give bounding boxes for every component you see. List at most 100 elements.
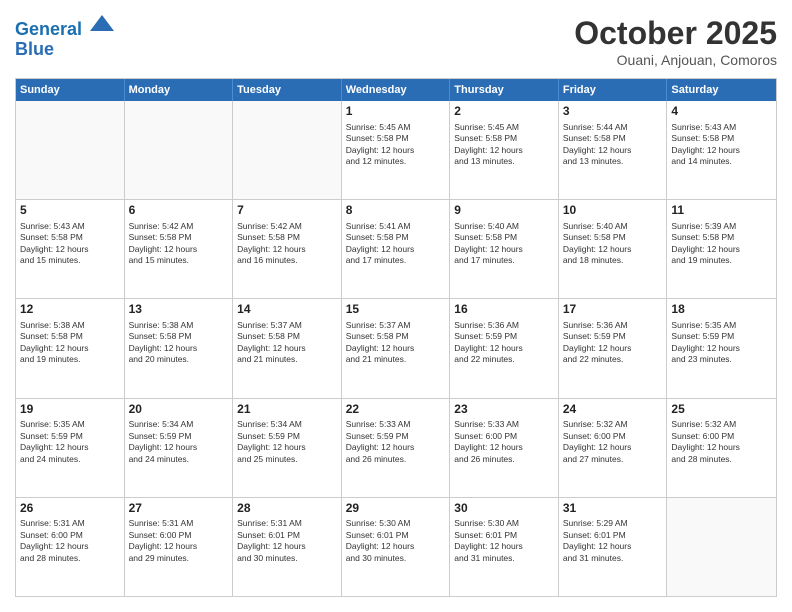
day-number: 29 [346,501,446,517]
cell-text: Sunrise: 5:29 AMSunset: 6:01 PMDaylight:… [563,518,663,564]
day-number: 22 [346,402,446,418]
calendar-cell: 11 Sunrise: 5:39 AMSunset: 5:58 PMDayligh… [667,200,776,298]
day-number: 25 [671,402,772,418]
calendar-cell: 6Sunrise: 5:42 AMSunset: 5:58 PMDaylight… [125,200,234,298]
calendar-cell: 19Sunrise: 5:35 AMSunset: 5:59 PMDayligh… [16,399,125,497]
day-number: 17 [563,302,663,318]
calendar-cell: 23Sunrise: 5:33 AMSunset: 6:00 PMDayligh… [450,399,559,497]
day-number: 2 [454,104,554,120]
day-number: 1 [346,104,446,120]
calendar: SundayMondayTuesdayWednesdayThursdayFrid… [15,78,777,597]
day-number: 3 [563,104,663,120]
cell-text: Sunrise: 5:35 AMSunset: 5:59 PMDaylight:… [671,320,772,366]
cell-text: Sunrise: 5:39 AMSunset: 5:58 PMDaylight:… [671,221,772,267]
day-number: 21 [237,402,337,418]
day-number: 9 [454,203,554,219]
cell-text: Sunrise: 5:31 AMSunset: 6:00 PMDaylight:… [129,518,229,564]
day-number: 13 [129,302,229,318]
calendar-cell: 20Sunrise: 5:34 AMSunset: 5:59 PMDayligh… [125,399,234,497]
cell-text: Sunrise: 5:36 AMSunset: 5:59 PMDaylight:… [454,320,554,366]
logo-text: General Blue [15,15,114,60]
day-number: 8 [346,203,446,219]
cell-text: Sunrise: 5:34 AMSunset: 5:59 PMDaylight:… [129,419,229,465]
day-number: 12 [20,302,120,318]
day-number: 28 [237,501,337,517]
day-number: 19 [20,402,120,418]
cell-text: Sunrise: 5:31 AMSunset: 6:01 PMDaylight:… [237,518,337,564]
cell-text: Sunrise: 5:37 AMSunset: 5:58 PMDaylight:… [346,320,446,366]
weekday-header: Sunday [16,79,125,101]
title-block: October 2025 Ouani, Anjouan, Comoros [574,15,777,68]
day-number: 7 [237,203,337,219]
logo: General Blue [15,15,114,60]
calendar-cell: 4 Sunrise: 5:43 AMSunset: 5:58 PMDaylight… [667,101,776,199]
cell-text: Sunrise: 5:30 AMSunset: 6:01 PMDaylight:… [454,518,554,564]
calendar-cell [667,498,776,596]
cell-text: Sunrise: 5:35 AMSunset: 5:59 PMDaylight:… [20,419,120,465]
calendar-cell: 3 Sunrise: 5:44 AMSunset: 5:58 PMDaylight… [559,101,668,199]
day-number: 31 [563,501,663,517]
cell-text: Sunrise: 5:40 AMSunset: 5:58 PMDaylight:… [454,221,554,267]
calendar-cell: 28Sunrise: 5:31 AMSunset: 6:01 PMDayligh… [233,498,342,596]
logo-general: General [15,19,82,39]
location-subtitle: Ouani, Anjouan, Comoros [574,52,777,68]
cell-text: Sunrise: 5:41 AMSunset: 5:58 PMDaylight:… [346,221,446,267]
calendar-cell [125,101,234,199]
cell-text: Sunrise: 5:37 AMSunset: 5:58 PMDaylight:… [237,320,337,366]
page: General Blue October 2025 Ouani, Anjouan… [0,0,792,612]
cell-text: Sunrise: 5:32 AMSunset: 6:00 PMDaylight:… [671,419,772,465]
cell-text: Sunrise: 5:45 AMSunset: 5:58 PMDaylight:… [454,122,554,168]
weekday-header: Thursday [450,79,559,101]
cell-text: Sunrise: 5:38 AMSunset: 5:58 PMDaylight:… [20,320,120,366]
cell-text: Sunrise: 5:34 AMSunset: 5:59 PMDaylight:… [237,419,337,465]
calendar-row: 19Sunrise: 5:35 AMSunset: 5:59 PMDayligh… [16,398,776,497]
calendar-cell: 8 Sunrise: 5:41 AMSunset: 5:58 PMDaylight… [342,200,451,298]
cell-text: Sunrise: 5:32 AMSunset: 6:00 PMDaylight:… [563,419,663,465]
weekday-header: Saturday [667,79,776,101]
cell-text: Sunrise: 5:42 AMSunset: 5:58 PMDaylight:… [237,221,337,267]
calendar-cell: 30Sunrise: 5:30 AMSunset: 6:01 PMDayligh… [450,498,559,596]
calendar-cell: 15Sunrise: 5:37 AMSunset: 5:58 PMDayligh… [342,299,451,397]
weekday-header: Friday [559,79,668,101]
cell-text: Sunrise: 5:45 AMSunset: 5:58 PMDaylight:… [346,122,446,168]
cell-text: Sunrise: 5:30 AMSunset: 6:01 PMDaylight:… [346,518,446,564]
calendar-body: 1 Sunrise: 5:45 AMSunset: 5:58 PMDaylight… [16,101,776,596]
cell-text: Sunrise: 5:44 AMSunset: 5:58 PMDaylight:… [563,122,663,168]
day-number: 26 [20,501,120,517]
calendar-row: 12 Sunrise: 5:38 AMSunset: 5:58 PMDayligh… [16,298,776,397]
day-number: 11 [671,203,772,219]
day-number: 6 [129,203,229,219]
calendar-cell: 7 Sunrise: 5:42 AMSunset: 5:58 PMDaylight… [233,200,342,298]
cell-text: Sunrise: 5:36 AMSunset: 5:59 PMDaylight:… [563,320,663,366]
cell-text: Sunrise: 5:43 AMSunset: 5:58 PMDaylight:… [671,122,772,168]
day-number: 10 [563,203,663,219]
calendar-cell: 22Sunrise: 5:33 AMSunset: 5:59 PMDayligh… [342,399,451,497]
day-number: 4 [671,104,772,120]
calendar-cell: 31Sunrise: 5:29 AMSunset: 6:01 PMDayligh… [559,498,668,596]
calendar-cell: 13Sunrise: 5:38 AMSunset: 5:58 PMDayligh… [125,299,234,397]
month-title: October 2025 [574,15,777,52]
header: General Blue October 2025 Ouani, Anjouan… [15,15,777,68]
logo-blue: Blue [15,39,54,59]
calendar-row: 1 Sunrise: 5:45 AMSunset: 5:58 PMDaylight… [16,101,776,199]
calendar-cell: 14Sunrise: 5:37 AMSunset: 5:58 PMDayligh… [233,299,342,397]
day-number: 20 [129,402,229,418]
cell-text: Sunrise: 5:33 AMSunset: 6:00 PMDaylight:… [454,419,554,465]
calendar-row: 5Sunrise: 5:43 AMSunset: 5:58 PMDaylight… [16,199,776,298]
calendar-cell: 27Sunrise: 5:31 AMSunset: 6:00 PMDayligh… [125,498,234,596]
calendar-cell: 12 Sunrise: 5:38 AMSunset: 5:58 PMDayligh… [16,299,125,397]
day-number: 24 [563,402,663,418]
calendar-cell: 9 Sunrise: 5:40 AMSunset: 5:58 PMDaylight… [450,200,559,298]
calendar-cell: 29Sunrise: 5:30 AMSunset: 6:01 PMDayligh… [342,498,451,596]
cell-text: Sunrise: 5:31 AMSunset: 6:00 PMDaylight:… [20,518,120,564]
calendar-cell: 16Sunrise: 5:36 AMSunset: 5:59 PMDayligh… [450,299,559,397]
calendar-cell: 5Sunrise: 5:43 AMSunset: 5:58 PMDaylight… [16,200,125,298]
calendar-cell: 26Sunrise: 5:31 AMSunset: 6:00 PMDayligh… [16,498,125,596]
cell-text: Sunrise: 5:33 AMSunset: 5:59 PMDaylight:… [346,419,446,465]
logo-icon [90,13,114,33]
weekday-header: Tuesday [233,79,342,101]
weekday-header: Wednesday [342,79,451,101]
calendar-cell: 17 Sunrise: 5:36 AMSunset: 5:59 PMDayligh… [559,299,668,397]
weekday-header: Monday [125,79,234,101]
calendar-cell: 2 Sunrise: 5:45 AMSunset: 5:58 PMDaylight… [450,101,559,199]
